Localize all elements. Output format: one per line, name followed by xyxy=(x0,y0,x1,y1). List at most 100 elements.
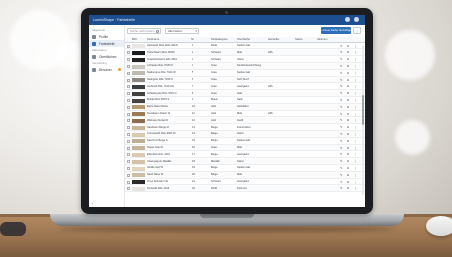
copy-icon[interactable]: ⧉ xyxy=(347,139,350,143)
table-row[interactable]: Seidengrau RAL 7044 W 5 Grau Seidenmatt ✎ ⧉ ⋮ xyxy=(125,70,365,77)
table-row[interactable]: Cremeweiß RAL 9001 W 14 Beige Glanz ✎ ⧉ ⋮ xyxy=(125,131,365,138)
table-row[interactable]: Walnuss Dunkel D 12 Holz Geölt ✎ ⧉ ⋮ xyxy=(125,117,365,125)
row-checkbox[interactable] xyxy=(127,119,130,123)
more-icon[interactable]: ⋮ xyxy=(354,160,357,163)
edit-icon[interactable]: ✎ xyxy=(340,146,343,150)
more-icon[interactable]: ⋮ xyxy=(354,44,357,48)
row-checkbox[interactable] xyxy=(127,92,130,96)
more-icon[interactable]: ⋮ xyxy=(354,51,357,54)
filter-select[interactable]: Alle Farben ▾ xyxy=(165,28,199,34)
edit-icon[interactable]: ✎ xyxy=(340,78,343,82)
more-icon[interactable]: ⋮ xyxy=(354,139,357,143)
copy-icon[interactable]: ⧉ xyxy=(347,112,350,116)
edit-icon[interactable]: ✎ xyxy=(340,139,343,143)
table-row[interactable]: Nussbaum Dekor W 11 Holz Matt HPL ✎ ⧉ ⋮ xyxy=(125,111,365,118)
more-icon[interactable]: ⋮ xyxy=(354,126,357,129)
row-checkbox[interactable] xyxy=(127,44,130,48)
edit-icon[interactable]: ✎ xyxy=(340,126,343,129)
row-checkbox[interactable] xyxy=(127,160,130,164)
table-row[interactable]: Elfenbein RAL 1015 17 Beige Hochglanz ✎ ⧉ ⋮ xyxy=(125,152,365,159)
more-icon[interactable]: ⋮ xyxy=(354,98,357,102)
table-row[interactable]: Graphitschwarz RAL 9011 3 Schwarz Glanz ✎ ⧉ ⋮ xyxy=(125,57,365,63)
table-row[interactable]: Taupe Grau M 16 Grau Matt ✎ ⧉ ⋮ xyxy=(125,145,365,152)
edit-icon[interactable]: ✎ xyxy=(340,173,343,177)
edit-icon[interactable]: ✎ xyxy=(340,58,343,61)
row-checkbox[interactable] xyxy=(127,65,130,69)
copy-icon[interactable]: ⧉ xyxy=(347,92,350,95)
more-icon[interactable]: ⋮ xyxy=(354,58,357,61)
copy-icon[interactable]: ⧉ xyxy=(347,132,350,136)
row-checkbox[interactable] xyxy=(127,133,130,137)
edit-icon[interactable]: ✎ xyxy=(340,44,343,48)
table-row[interactable]: Sandstein Beige M 13 Beige Feinstruktur ✎ ⧉ ⋮ xyxy=(125,125,365,131)
row-checkbox[interactable] xyxy=(127,187,130,191)
more-icon[interactable]: ⋮ xyxy=(354,112,357,116)
more-icon[interactable]: ⋮ xyxy=(354,105,357,109)
row-checkbox[interactable] xyxy=(127,51,130,55)
copy-icon[interactable]: ⧉ xyxy=(347,119,350,122)
more-icon[interactable]: ⋮ xyxy=(354,166,357,170)
more-icon[interactable]: ⋮ xyxy=(354,71,357,75)
table-row[interactable]: Lichtgrau RAL 7035 M 4 Grau Strukturbeschic… xyxy=(125,63,365,70)
row-checkbox[interactable] xyxy=(127,71,130,75)
copy-icon[interactable]: ⧉ xyxy=(347,126,350,129)
sidebar-item-surfaces[interactable]: Oberflächen xyxy=(89,53,124,60)
copy-icon[interactable]: ⧉ xyxy=(347,44,350,48)
edit-icon[interactable]: ✎ xyxy=(340,105,343,109)
table-row[interactable]: Perlweiß RAL 1013 22 Weiß Perlmutt ✎ ⧉ ⋮ xyxy=(125,185,365,193)
row-checkbox[interactable] xyxy=(127,58,130,62)
edit-icon[interactable]: ✎ xyxy=(340,71,343,75)
edit-icon[interactable]: ✎ xyxy=(340,187,343,190)
copy-icon[interactable]: ⧉ xyxy=(347,166,350,170)
copy-icon[interactable]: ⧉ xyxy=(347,105,350,109)
table-row[interactable]: Schiefergrau RAL 7015 G 8 Grau Glatt ✎ ⧉ ⋮ xyxy=(125,90,365,97)
edit-icon[interactable]: ✎ xyxy=(340,98,343,102)
more-options-button[interactable]: ⋮ xyxy=(353,27,361,34)
sidebar-item-colors[interactable]: Farbtabelle xyxy=(89,40,124,47)
more-icon[interactable]: ⋮ xyxy=(354,119,357,122)
more-icon[interactable]: ⋮ xyxy=(354,92,357,95)
edit-icon[interactable]: ✎ xyxy=(340,180,343,184)
edit-icon[interactable]: ✎ xyxy=(340,112,343,116)
row-checkbox[interactable] xyxy=(127,167,130,171)
more-icon[interactable]: ⋮ xyxy=(354,64,357,68)
edit-icon[interactable]: ✎ xyxy=(340,153,343,156)
table-row[interactable]: Vanille Hell W 19 Beige Seidenmatt ✎ ⧉ ⋮ xyxy=(125,165,365,172)
sidebar-item-profile[interactable]: Profile xyxy=(89,33,124,40)
edit-icon[interactable]: ✎ xyxy=(340,166,343,170)
copy-icon[interactable]: ⧉ xyxy=(347,187,350,190)
table-row[interactable]: Champagner Metallic 18 Metallic Glanz ✎ ⧉ ⋮ xyxy=(125,158,365,165)
vertical-scrollbar[interactable] xyxy=(362,45,364,195)
table-row[interactable]: Steingrau RAL 7030 S 6 Grau Soft-Touch ✎ ⧉ ⋮ xyxy=(125,77,365,84)
settings-icon[interactable] xyxy=(354,17,359,22)
copy-icon[interactable]: ⧉ xyxy=(347,51,350,54)
table-row[interactable]: Mokka RAL 8019 S 9 Braun Satin ✎ ⧉ ⋮ xyxy=(125,97,365,104)
row-checkbox[interactable] xyxy=(127,78,130,82)
row-checkbox[interactable] xyxy=(127,112,130,116)
table-row[interactable]: Anthrazit RAL 7016 HG 7 Grau Hochglanz HPL ✎ ⧉… xyxy=(125,84,365,91)
more-icon[interactable]: ⋮ xyxy=(354,187,357,190)
row-checkbox[interactable] xyxy=(127,126,130,130)
collapse-chevron-icon[interactable]: ‹ xyxy=(92,201,93,206)
edit-icon[interactable]: ✎ xyxy=(340,119,343,122)
more-icon[interactable]: ⋮ xyxy=(354,85,357,88)
more-icon[interactable]: ⋮ xyxy=(354,146,357,150)
table-row[interactable]: Eiche Natur Dekor 10 Holz Holzdekor ✎ ⧉ ⋮ xyxy=(125,104,365,111)
copy-icon[interactable]: ⧉ xyxy=(347,78,350,82)
copy-icon[interactable]: ⧉ xyxy=(347,98,350,102)
row-checkbox[interactable] xyxy=(127,99,130,103)
more-icon[interactable]: ⋮ xyxy=(354,78,357,82)
row-checkbox[interactable] xyxy=(127,173,130,177)
copy-icon[interactable]: ⧉ xyxy=(347,64,350,68)
more-icon[interactable]: ⋮ xyxy=(354,153,357,156)
copy-icon[interactable]: ⧉ xyxy=(347,173,350,177)
copy-icon[interactable]: ⧉ xyxy=(347,153,350,156)
row-checkbox[interactable] xyxy=(127,85,130,89)
edit-icon[interactable]: ✎ xyxy=(340,51,343,54)
table-row[interactable]: Sand Natur M 20 Beige Matt ✎ ⧉ ⋮ xyxy=(125,172,365,179)
user-icon[interactable] xyxy=(345,17,350,22)
row-checkbox[interactable] xyxy=(127,139,130,143)
more-icon[interactable]: ⋮ xyxy=(354,173,357,177)
edit-icon[interactable]: ✎ xyxy=(340,64,343,68)
scrollbar-thumb[interactable] xyxy=(362,95,364,125)
